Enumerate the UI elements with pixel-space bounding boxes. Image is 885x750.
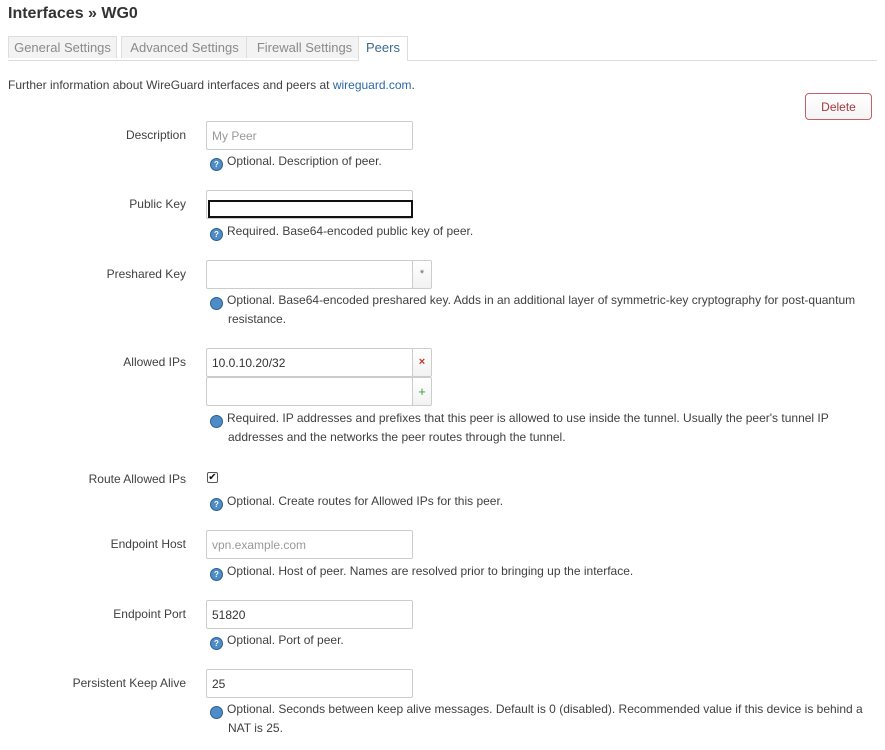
allowed-ips-label: Allowed IPs <box>123 355 186 369</box>
help-icon: ? <box>210 637 223 650</box>
preshared-key-input[interactable] <box>206 260 413 289</box>
help-icon: ? <box>205 297 223 310</box>
preshared-key-help: ? Optional. Base64-encoded preshared key.… <box>205 291 870 329</box>
allowed-ips-help-text: Required. IP addresses and prefixes that… <box>227 411 829 444</box>
wireguard-link[interactable]: wireguard.com <box>333 78 412 92</box>
preshared-key-label: Preshared Key <box>106 267 186 281</box>
intro-suffix: . <box>411 78 415 92</box>
route-allowed-ips-checkbox[interactable]: ✔ <box>207 472 218 483</box>
tab-peers[interactable]: Peers <box>358 36 408 61</box>
public-key-help: ? Required. Base64-encoded public key of … <box>210 222 870 241</box>
persistent-keepalive-input[interactable] <box>206 669 413 698</box>
persistent-keepalive-help: ? Optional. Seconds between keep alive me… <box>205 700 870 738</box>
public-key-help-text: Required. Base64-encoded public key of p… <box>227 224 474 238</box>
endpoint-port-label: Endpoint Port <box>113 607 186 621</box>
route-allowed-ips-help-text: Optional. Create routes for Allowed IPs … <box>227 494 504 508</box>
generate-key-button[interactable]: * <box>412 260 432 289</box>
route-allowed-ips-help: ? Optional. Create routes for Allowed IPs… <box>210 492 870 511</box>
remove-allowed-ip-button[interactable]: × <box>412 348 432 377</box>
endpoint-host-help: ? Optional. Host of peer. Names are resol… <box>210 562 870 581</box>
endpoint-port-input[interactable] <box>206 600 413 629</box>
page-title: Interfaces » WG0 <box>8 5 138 22</box>
tab-firewall-settings[interactable]: Firewall Settings <box>246 36 363 58</box>
intro-text-main: Further information about WireGuard inte… <box>8 78 333 92</box>
persistent-keepalive-help-text: Optional. Seconds between keep alive mes… <box>227 702 863 735</box>
allowed-ips-help: ? Required. IP addresses and prefixes tha… <box>205 409 870 447</box>
delete-button[interactable]: Delete <box>805 93 872 120</box>
endpoint-port-help-text: Optional. Port of peer. <box>227 633 344 647</box>
public-key-input[interactable] <box>208 200 413 218</box>
description-help: ? Optional. Description of peer. <box>210 152 870 171</box>
endpoint-port-help: ? Optional. Port of peer. <box>210 631 870 650</box>
description-input[interactable] <box>206 121 413 150</box>
tab-general-settings[interactable]: General Settings <box>8 36 117 58</box>
help-icon: ? <box>210 568 223 581</box>
add-allowed-ip-button[interactable]: + <box>412 377 432 406</box>
description-help-text: Optional. Description of peer. <box>227 154 382 168</box>
new-allowed-ip-input[interactable] <box>206 377 413 406</box>
help-icon: ? <box>205 415 223 428</box>
endpoint-host-help-text: Optional. Host of peer. Names are resolv… <box>227 564 634 578</box>
allowed-ip-input[interactable] <box>206 348 413 377</box>
endpoint-host-label: Endpoint Host <box>110 537 186 551</box>
endpoint-host-input[interactable] <box>206 530 413 559</box>
help-icon: ? <box>210 498 223 511</box>
persistent-keepalive-label: Persistent Keep Alive <box>72 676 186 690</box>
description-label: Description <box>125 128 186 142</box>
tab-bar: General Settings Advanced Settings Firew… <box>8 36 877 61</box>
preshared-key-help-text: Optional. Base64-encoded preshared key. … <box>227 293 856 326</box>
intro-text: Further information about WireGuard inte… <box>8 78 415 92</box>
help-icon: ? <box>210 158 223 171</box>
help-icon: ? <box>210 228 223 241</box>
route-allowed-ips-label: Route Allowed IPs <box>88 472 186 486</box>
public-key-label: Public Key <box>129 197 186 211</box>
tab-advanced-settings[interactable]: Advanced Settings <box>121 36 248 58</box>
help-icon: ? <box>205 706 223 719</box>
